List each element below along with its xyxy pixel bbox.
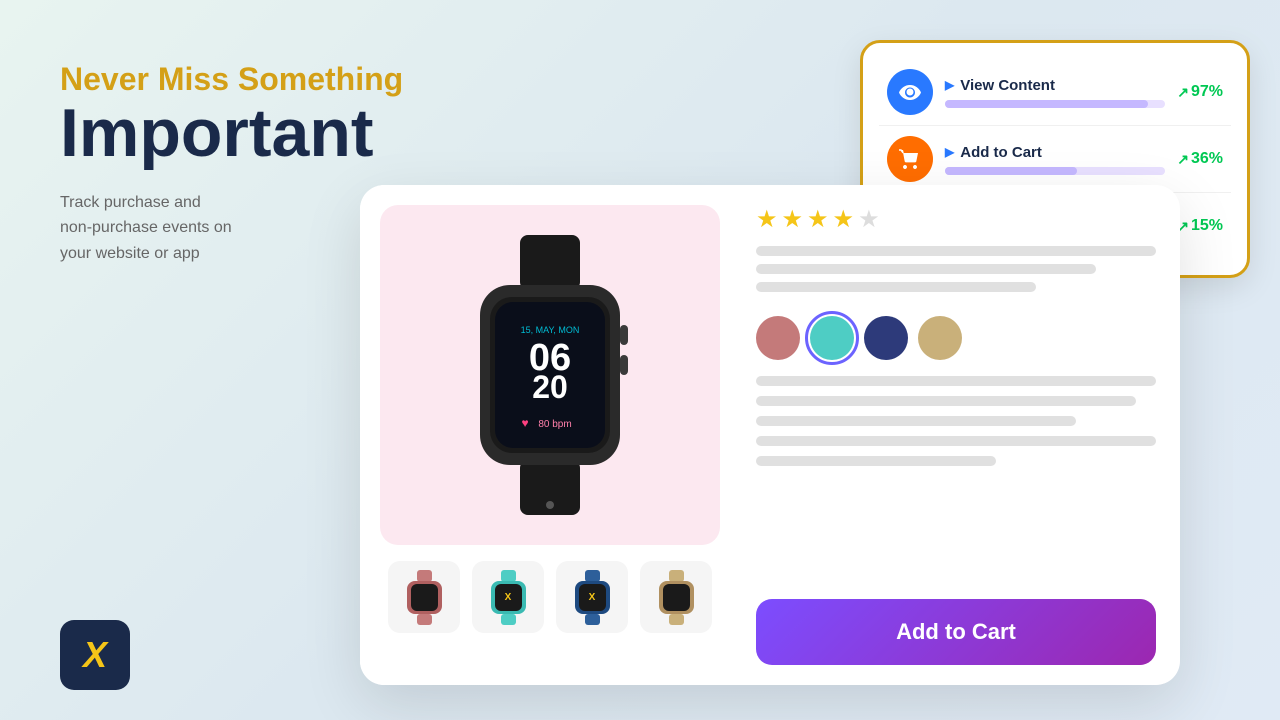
stat-bar-bg-1 [945,100,1165,108]
thumb-3[interactable]: X [556,561,628,633]
stat-bar-bg-2 [945,167,1165,175]
headline-sub: Never Miss Something [60,60,460,98]
stat-percent-1: ↗ 97% [1177,83,1223,101]
text-line-8 [756,456,996,466]
text-line-1 [756,246,1156,256]
svg-text:20: 20 [532,369,568,405]
text-line-2 [756,264,1096,274]
swatch-mint[interactable] [810,316,854,360]
thumb-1[interactable] [388,561,460,633]
logo: X [60,620,130,690]
percent-arrow-2: ↗ [1177,151,1189,168]
card-image-area: 15, MAY, MON 06 20 ♥ 80 bpm [360,185,740,685]
star-1: ★ [756,205,778,234]
thumb-2[interactable]: X [472,561,544,633]
percent-value-3: 15% [1191,217,1223,235]
main-image-bg: 15, MAY, MON 06 20 ♥ 80 bpm [380,205,720,545]
card-info: ★ ★ ★ ★ ★ Add to Cart [740,185,1180,685]
thumbnails: X X [388,561,712,633]
text-line-7 [756,436,1156,446]
add-to-cart-button[interactable]: Add to Cart [756,599,1156,665]
stat-bar-fill-2 [945,167,1077,175]
svg-text:X: X [504,592,511,603]
stat-percent-2: ↗ 36% [1177,150,1223,168]
text-lines-group-1 [756,246,1156,300]
headline-main: Important [60,98,460,169]
text-line-5 [756,396,1136,406]
svg-text:15, MAY, MON: 15, MAY, MON [521,325,580,335]
text-line-4 [756,376,1156,386]
color-swatches [756,316,1156,360]
text-lines-group-2 [756,376,1156,583]
percent-value-1: 97% [1191,83,1223,101]
stat-label-1: View Content [960,77,1055,94]
stat-percent-3: ↗ 15% [1177,217,1223,235]
view-content-icon [887,69,933,115]
product-card: 15, MAY, MON 06 20 ♥ 80 bpm [360,185,1180,685]
stat-row-add-to-cart: ▶ Add to Cart ↗ 36% [879,126,1231,193]
stat-arrow-1: ▶ [945,78,954,92]
text-line-6 [756,416,1076,426]
swatch-rose[interactable] [756,316,800,360]
star-5: ★ [858,205,880,234]
percent-arrow-1: ↗ [1177,84,1189,101]
percent-value-2: 36% [1191,150,1223,168]
stat-label-2: Add to Cart [960,144,1042,161]
stat-bar-fill-1 [945,100,1148,108]
stat-arrow-2: ▶ [945,145,954,159]
stat-row-view-content: ▶ View Content ↗ 97% [879,59,1231,126]
watch-image: 15, MAY, MON 06 20 ♥ 80 bpm [440,235,660,515]
stars: ★ ★ ★ ★ ★ [756,205,1156,234]
stat-content-view-content: ▶ View Content [945,77,1165,108]
svg-text:♥: ♥ [521,416,528,430]
add-to-cart-icon [887,136,933,182]
stat-content-add-to-cart: ▶ Add to Cart [945,144,1165,175]
logo-letter: X [83,634,107,676]
thumb-4[interactable] [640,561,712,633]
star-2: ★ [782,205,804,234]
svg-text:80 bpm: 80 bpm [538,419,571,430]
swatch-gold[interactable] [918,316,962,360]
text-line-3 [756,282,1036,292]
swatch-navy[interactable] [864,316,908,360]
svg-text:X: X [588,592,595,603]
star-3: ★ [807,205,829,234]
star-4: ★ [833,205,855,234]
